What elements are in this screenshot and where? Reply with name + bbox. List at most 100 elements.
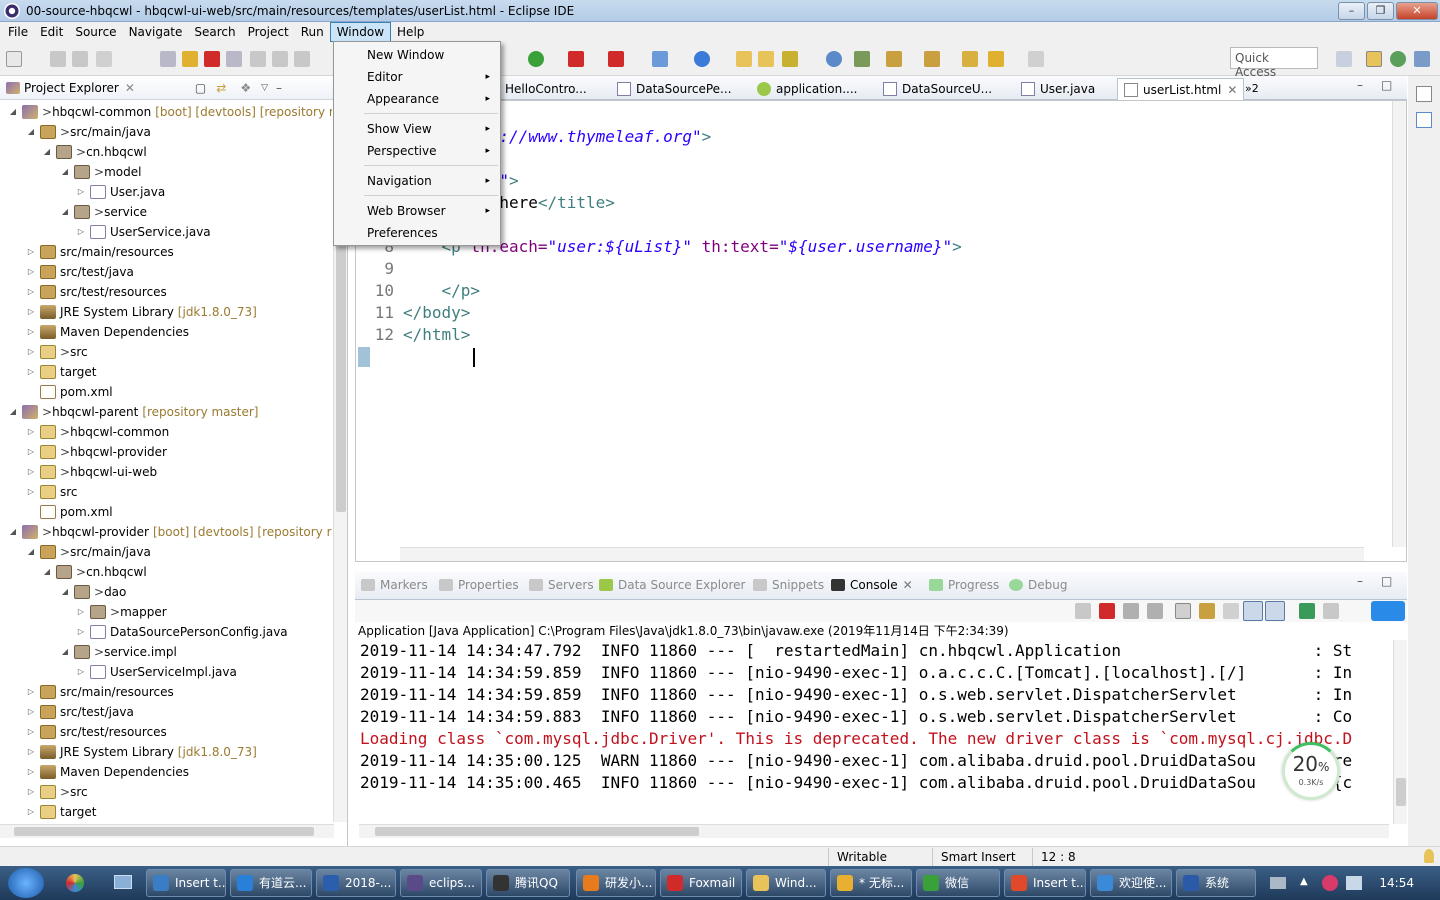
folder-item[interactable]: ▷ > hbqcwl-ui-web [26,462,157,482]
outline-view-icon[interactable] [1416,112,1432,128]
package-item[interactable]: ◢ > service [60,202,147,222]
library-item[interactable]: ▷ JRE System Library [jdk1.8.0_73] [26,742,257,762]
terminate-icon[interactable] [204,51,220,67]
network-icon[interactable] [1346,876,1362,890]
stop-server-icon[interactable] [568,51,584,67]
expand-toggle-icon[interactable]: ▷ [26,482,36,502]
save-icon[interactable] [50,51,66,67]
menu-edit[interactable]: Edit [34,23,69,41]
network-speed-widget[interactable]: 20% 0.3K/s [1282,742,1340,800]
library-item[interactable]: ▷ Maven Dependencies [26,322,189,342]
minimize-editor-icon[interactable]: – [1357,78,1363,92]
remove-terminated-icon[interactable] [1123,603,1139,619]
explorer-title[interactable]: Project Explorer [24,81,119,95]
tab-progress[interactable]: Progress [929,578,999,592]
prev-annotation-icon[interactable] [924,51,940,67]
filter-icon[interactable]: ❖ [240,81,251,95]
app-launcher-icon[interactable] [66,874,84,892]
package-item[interactable]: ◢ > cn.hbqcwl [42,142,147,162]
new-file-icon[interactable] [6,51,22,67]
taskbar-button[interactable]: Foxmail [660,869,742,897]
pom-file-item[interactable]: pom.xml [26,382,113,402]
editor-vertical-scrollbar[interactable] [1392,101,1406,547]
java-file-item[interactable]: ▷ UserService.java [76,222,211,242]
menu-item-navigation[interactable]: Navigation ▸ [334,171,500,191]
terminate-icon[interactable] [1099,603,1115,619]
tab-markers[interactable]: Markers [361,578,428,592]
library-item[interactable]: ▷ JRE System Library [jdk1.8.0_73] [26,302,257,322]
show-stderr-icon[interactable] [1265,601,1285,621]
tab-overflow[interactable]: »2 [1245,78,1259,100]
expand-toggle-icon[interactable]: ◢ [42,142,52,162]
source-folder-item[interactable]: ▷ src/test/resources [26,722,167,742]
tab-hellocontroller[interactable]: HelloContro... [505,78,587,100]
expand-toggle-icon[interactable]: ▷ [26,742,36,762]
source-folder-item[interactable]: ◢ > src/main/java [26,122,151,142]
last-edit-icon[interactable] [962,51,978,67]
start-button[interactable] [8,868,44,898]
annotation-icon[interactable] [854,51,870,67]
link-editor-icon[interactable]: ⇄ [216,81,226,95]
taskbar-button[interactable]: eclips... [400,869,482,897]
menu-source[interactable]: Source [69,23,122,41]
restore-view-icon[interactable] [1416,86,1432,102]
disconnect-icon[interactable] [226,51,242,67]
tab-servers[interactable]: Servers [529,578,594,592]
menu-run[interactable]: Run [295,23,330,41]
expand-toggle-icon[interactable]: ▷ [26,362,36,382]
view-menu-icon[interactable]: ▽ [261,83,268,93]
taskbar-button[interactable]: 系统 [1176,869,1256,897]
tab-console[interactable]: Console ✕ [831,578,913,592]
taskbar-button[interactable]: 2018-... [316,869,396,897]
expand-toggle-icon[interactable]: ◢ [60,582,70,602]
taskbar-button[interactable]: Insert t... [146,869,226,897]
run-icon[interactable] [528,51,544,67]
package-item[interactable]: ◢ > service.impl [60,642,177,662]
expand-toggle-icon[interactable]: ▷ [26,302,36,322]
taskbar-button[interactable]: 欢迎使... [1090,869,1172,897]
console-output[interactable]: 2019-11-14 14:34:47.792 INFO 11860 --- [… [355,640,1407,840]
menu-window[interactable]: Window [329,22,392,42]
expand-toggle-icon[interactable]: ◢ [42,562,52,582]
show-stdout-icon[interactable] [1243,601,1263,621]
expand-toggle-icon[interactable]: ▷ [26,422,36,442]
java-file-item[interactable]: ▷ UserServiceImpl.java [76,662,237,682]
expand-toggle-icon[interactable]: ◢ [26,542,36,562]
folder-item[interactable]: ▷ target [26,362,97,382]
minimize-panel-icon[interactable]: – [1357,574,1363,588]
menu-item-editor[interactable]: Editor ▸ [334,67,500,87]
tab-data-source-explorer[interactable]: Data Source Explorer [599,578,745,592]
minimize-button[interactable]: – [1338,2,1365,20]
menu-item-new-window[interactable]: New Window [334,45,500,65]
suspend-icon[interactable] [182,51,198,67]
folder-item[interactable]: ▷ > src [26,782,88,802]
source-folder-item[interactable]: ▷ src/test/resources [26,282,167,302]
debug-perspective-icon[interactable] [1390,51,1406,67]
back-icon[interactable] [988,51,1004,67]
save-all-icon[interactable] [72,51,88,67]
library-item[interactable]: ▷ Maven Dependencies [26,762,189,782]
explorer-horizontal-scrollbar[interactable] [0,824,334,838]
tab-snippets[interactable]: Snippets [753,578,824,592]
package-item[interactable]: ◢ > model [60,162,141,182]
package-item[interactable]: ◢ > cn.hbqcwl [42,562,147,582]
new-class-icon[interactable] [694,51,710,67]
display-selected-console-icon[interactable] [1323,603,1339,619]
close-tab-icon[interactable]: ✕ [1227,79,1237,101]
expand-toggle-icon[interactable]: ▷ [76,222,86,242]
expand-toggle-icon[interactable]: ◢ [26,122,36,142]
step-return-icon[interactable] [294,51,310,67]
taskbar-button[interactable]: Insert t... [1004,869,1086,897]
source-folder-item[interactable]: ▷ src/main/resources [26,682,174,702]
quick-access-field[interactable]: Quick Access [1230,47,1318,79]
menu-navigate[interactable]: Navigate [123,23,189,41]
remove-all-terminated-icon[interactable] [1147,603,1163,619]
expand-toggle-icon[interactable]: ▷ [26,342,36,362]
step-into-icon[interactable] [250,51,266,67]
globe-icon[interactable] [826,51,842,67]
expand-toggle-icon[interactable]: ▷ [76,622,86,642]
cloud-sync-icon[interactable] [1371,601,1405,621]
java-file-item[interactable]: ▷ DataSourcePersonConfig.java [76,622,288,642]
editor-horizontal-scrollbar[interactable] [400,547,1364,561]
menu-item-perspective[interactable]: Perspective ▸ [334,141,500,161]
